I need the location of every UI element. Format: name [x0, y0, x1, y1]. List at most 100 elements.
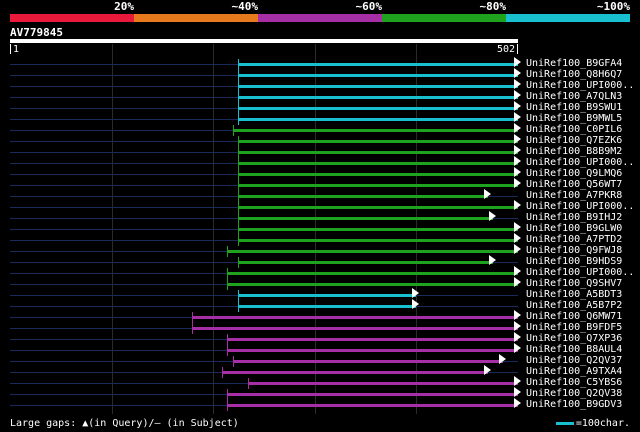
hit-start-cap	[222, 367, 224, 378]
hit-alignment-bar[interactable]	[222, 367, 488, 378]
hit-start-cap	[237, 147, 239, 158]
hit-name-link[interactable]: UniRef100_C5YBS6	[526, 377, 622, 388]
hit-end-arrow-icon	[514, 101, 521, 111]
hit-name-link[interactable]: UniRef100_Q9SHV7	[526, 278, 622, 289]
hit-alignment-bar[interactable]	[237, 114, 518, 125]
hit-alignment-bar[interactable]	[237, 213, 493, 224]
hit-alignment-bar[interactable]	[237, 147, 518, 158]
hit-alignment-bar[interactable]	[227, 334, 518, 345]
hit-name-link[interactable]: UniRef100_Q8H6Q7	[526, 69, 622, 80]
hit-name-link[interactable]: UniRef100_A7PKR8	[526, 190, 622, 201]
hit-name-link[interactable]: UniRef100_A7PTD2	[526, 234, 622, 245]
scale-label: =100char.	[575, 418, 630, 429]
hit-alignment-bar[interactable]	[191, 312, 518, 323]
hit-alignment-bar[interactable]	[237, 81, 518, 92]
hit-alignment-bar[interactable]	[237, 92, 518, 103]
hit-alignment-bar[interactable]	[227, 246, 518, 257]
hit-alignment-bar[interactable]	[227, 268, 518, 279]
hit-alignment-bar[interactable]	[232, 125, 518, 136]
hit-name-link[interactable]: UniRef100_B9MWL5	[526, 113, 622, 124]
hit-alignment-bar[interactable]	[237, 59, 518, 70]
hit-alignment-bar[interactable]	[237, 158, 518, 169]
hit-alignment-bar[interactable]	[237, 70, 518, 81]
hit-end-arrow-icon	[483, 189, 491, 199]
hit-alignment-bar[interactable]	[237, 191, 488, 202]
hit-alignment-bar[interactable]	[237, 136, 518, 147]
hit-start-cap	[237, 257, 239, 268]
query-ruler: 1 502	[10, 44, 518, 56]
hit-name-link[interactable]: UniRef100_A7QLN3	[526, 91, 622, 102]
hit-name-link[interactable]: UniRef100_B9SWU1	[526, 102, 622, 113]
hit-end-arrow-icon	[514, 343, 521, 353]
hit-end-arrow-icon	[514, 244, 521, 254]
legend-seg-40	[134, 14, 258, 22]
hit-name-link[interactable]: UniRef100_B8AUL4	[526, 344, 622, 355]
hit-alignment-bar[interactable]	[237, 224, 518, 235]
hit-start-cap	[227, 389, 229, 400]
hit-name-link[interactable]: UniRef100_B9GFA4	[526, 58, 622, 69]
legend-seg-20	[10, 14, 134, 22]
hit-name-link[interactable]: UniRef100_Q56WT7	[526, 179, 622, 190]
hit-name-link[interactable]: UniRef100_A9TXA4	[526, 366, 622, 377]
hit-name-link[interactable]: UniRef100_C0PIL6	[526, 124, 622, 135]
hit-alignment-bar[interactable]	[237, 103, 518, 114]
hit-end-arrow-icon	[514, 145, 521, 155]
legend-label-60: ~60%	[355, 0, 383, 13]
hit-name-link[interactable]: UniRef100_Q7XP36	[526, 333, 622, 344]
hit-end-arrow-icon	[514, 112, 521, 122]
hit-start-cap	[237, 169, 239, 180]
scale-legend: =100char.	[555, 418, 630, 429]
hit-end-arrow-icon	[514, 200, 521, 210]
hit-start-cap	[227, 246, 229, 257]
hit-start-cap	[191, 323, 193, 334]
hit-alignment-bar[interactable]	[232, 356, 503, 367]
hit-name-link[interactable]: UniRef100_Q2QV37	[526, 355, 622, 366]
ruler-end-tick	[517, 44, 518, 54]
hit-start-cap	[237, 114, 239, 125]
hit-name-link[interactable]: UniRef100_B9GDV3	[526, 399, 622, 410]
hit-start-cap	[237, 59, 239, 70]
hit-name-link[interactable]: UniRef100_UPI000..	[526, 201, 634, 212]
hit-name-link[interactable]: UniRef100_A5B7P2	[526, 300, 622, 311]
legend-label-80: ~80%	[479, 0, 507, 13]
hit-name-link[interactable]: UniRef100_Q7EZK6	[526, 135, 622, 146]
hit-alignment-bar[interactable]	[227, 389, 518, 400]
hit-alignment-bar[interactable]	[227, 279, 518, 290]
hit-end-arrow-icon	[514, 376, 521, 386]
hit-name-link[interactable]: UniRef100_UPI000..	[526, 267, 634, 278]
hit-start-cap	[227, 400, 229, 411]
hit-name-link[interactable]: UniRef100_B8B9M2	[526, 146, 622, 157]
hit-name-link[interactable]: UniRef100_UPI000..	[526, 80, 634, 91]
hit-name-link[interactable]: UniRef100_B9FDF5	[526, 322, 622, 333]
hit-alignment-bar[interactable]	[227, 345, 518, 356]
hit-name-link[interactable]: UniRef100_A5BDT3	[526, 289, 622, 300]
hit-alignment-bar[interactable]	[247, 378, 518, 389]
hit-start-cap	[237, 81, 239, 92]
hit-alignment-bar[interactable]	[237, 202, 518, 213]
legend-label-40: ~40%	[231, 0, 259, 13]
hit-alignment-bar[interactable]	[237, 235, 518, 246]
hit-name-link[interactable]: UniRef100_UPI000..	[526, 157, 634, 168]
hit-start-cap	[237, 224, 239, 235]
hit-name-link[interactable]: UniRef100_Q2QV38	[526, 388, 622, 399]
hit-start-cap	[227, 334, 229, 345]
hit-name-link[interactable]: UniRef100_Q6MW71	[526, 311, 622, 322]
hit-alignment-bar[interactable]	[237, 290, 417, 301]
hit-end-arrow-icon	[514, 79, 521, 89]
hit-alignment-bar[interactable]	[237, 257, 493, 268]
hit-end-arrow-icon	[412, 299, 420, 309]
hit-name-link[interactable]: UniRef100_B9HDS9	[526, 256, 622, 267]
hit-name-link[interactable]: UniRef100_Q9LMQ6	[526, 168, 622, 179]
query-bar	[10, 39, 518, 43]
hit-alignment-bar[interactable]	[237, 169, 518, 180]
hit-alignment-bar[interactable]	[227, 400, 518, 411]
hit-name-link[interactable]: UniRef100_B9GLW0	[526, 223, 622, 234]
hit-end-arrow-icon	[514, 178, 521, 188]
hit-alignment-bar[interactable]	[237, 301, 417, 312]
hit-alignment-bar[interactable]	[237, 180, 518, 191]
hit-start-cap	[237, 103, 239, 114]
hit-name-link[interactable]: UniRef100_B9IHJ2	[526, 212, 622, 223]
hit-name-link[interactable]: UniRef100_Q9FWJ8	[526, 245, 622, 256]
hit-row[interactable]: UniRef100_B9GDV3	[0, 398, 640, 411]
hit-alignment-bar[interactable]	[191, 323, 518, 334]
